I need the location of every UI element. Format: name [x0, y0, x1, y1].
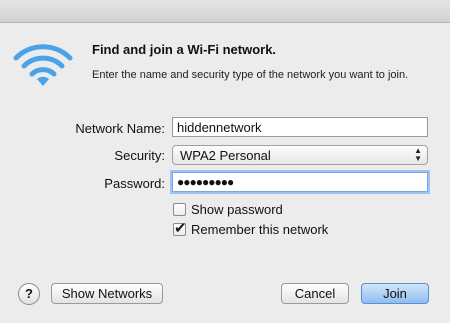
show-networks-button[interactable]: Show Networks — [51, 283, 163, 304]
security-label: Security: — [114, 148, 165, 163]
help-button[interactable]: ? — [18, 283, 40, 305]
wifi-icon — [13, 44, 73, 86]
dialog-subtitle: Enter the name and security type of the … — [92, 69, 409, 81]
remember-network-checkbox[interactable]: ✔ — [173, 220, 187, 237]
remember-network-option[interactable]: ✔ Remember this network — [173, 220, 329, 237]
password-label: Password: — [104, 176, 165, 191]
join-button[interactable]: Join — [361, 283, 429, 304]
network-name-input[interactable]: hiddennetwork — [172, 117, 428, 137]
dialog-title: Find and join a Wi-Fi network. — [92, 42, 277, 57]
remember-network-label: Remember this network — [191, 222, 329, 237]
show-password-checkbox[interactable] — [173, 203, 186, 216]
window-titlebar — [0, 0, 450, 23]
checkmark-icon: ✔ — [174, 220, 187, 237]
security-selected-value: WPA2 Personal — [180, 148, 271, 163]
cancel-button[interactable]: Cancel — [281, 283, 349, 304]
updown-arrows-icon: ▲ ▼ — [414, 146, 422, 163]
show-password-label: Show password — [191, 202, 283, 217]
network-name-label: Network Name: — [75, 121, 165, 136]
security-select[interactable]: WPA2 Personal ▲ ▼ — [172, 145, 428, 165]
show-password-option[interactable]: Show password — [173, 202, 283, 217]
password-input[interactable]: ●●●●●●●●● — [172, 172, 428, 192]
